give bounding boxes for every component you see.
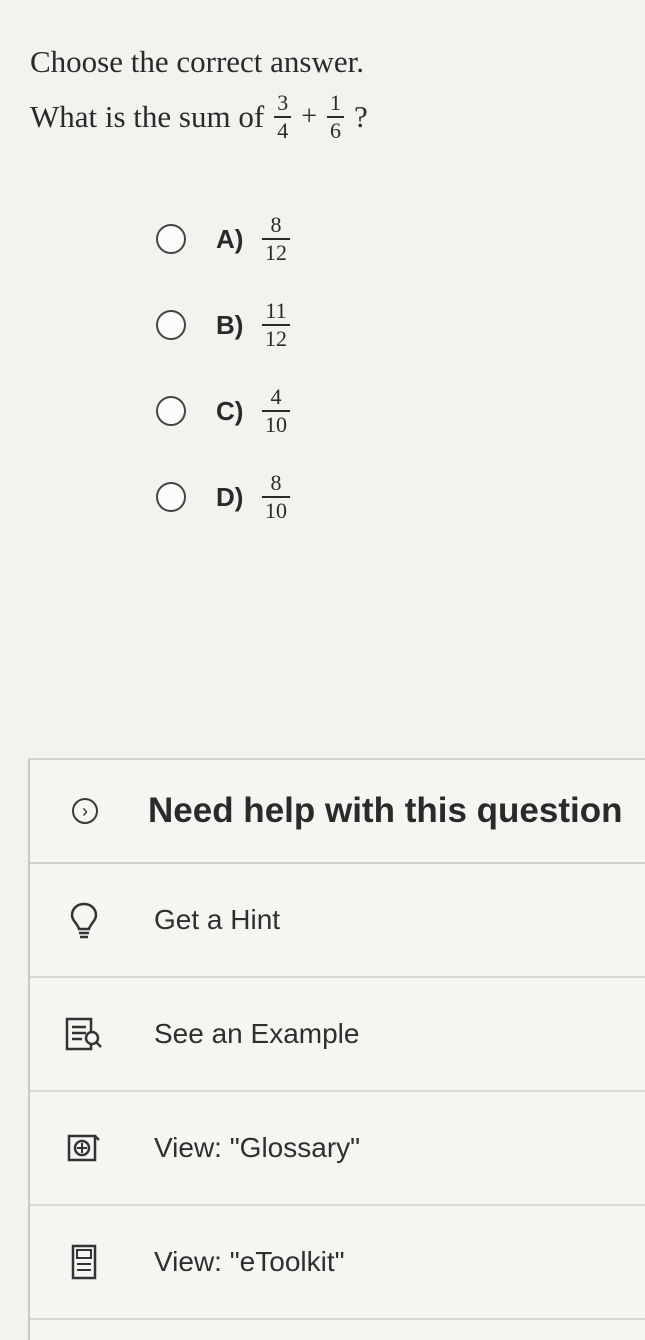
question: What is the sum of 3 4 + 1 6 ?: [30, 92, 368, 142]
etoolkit-button[interactable]: View: "eToolkit": [30, 1206, 645, 1320]
answer-options: A) 8 12 B) 11 12 C) 4 10 D) 8 10: [156, 196, 290, 540]
option-fraction: 8 12: [262, 214, 290, 264]
see-example-button[interactable]: See an Example: [30, 978, 645, 1092]
help-title: Need help with this question: [148, 791, 623, 830]
instructions: Choose the correct answer.: [30, 44, 364, 79]
plus-operator: +: [301, 101, 317, 132]
radio-button[interactable]: [156, 310, 186, 340]
help-panel: › Need help with this question Get a Hin…: [28, 758, 645, 1340]
fraction-denominator: 12: [265, 240, 287, 265]
option-fraction: 11 12: [262, 300, 290, 350]
fraction-numerator: 11: [265, 298, 287, 323]
option-fraction: 8 10: [262, 472, 290, 522]
option-letter: D): [216, 481, 244, 512]
option-fraction: 4 10: [262, 386, 290, 436]
glossary-label: View: "Glossary": [154, 1132, 361, 1163]
lightbulb-icon: [64, 900, 104, 940]
see-example-label: See an Example: [154, 1018, 360, 1049]
option-letter: B): [216, 309, 244, 340]
fraction-numerator: 3: [277, 90, 289, 115]
radio-button[interactable]: [156, 482, 186, 512]
option-letter: A): [216, 223, 244, 254]
question-fraction-1: 3 4: [274, 90, 292, 143]
fraction-numerator: 8: [270, 470, 282, 495]
question-prefix: What is the sum of: [30, 99, 265, 134]
fraction-denominator: 10: [265, 412, 287, 437]
fraction-numerator: 1: [329, 90, 341, 115]
question-mark: ?: [353, 99, 368, 134]
help-toggle[interactable]: › Need help with this question: [30, 760, 645, 864]
fraction-numerator: 4: [270, 384, 282, 409]
glossary-icon: [64, 1128, 104, 1168]
fraction-denominator: 6: [329, 118, 341, 143]
glossary-button[interactable]: View: "Glossary": [30, 1092, 645, 1206]
option-a[interactable]: A) 8 12: [156, 196, 290, 282]
option-d[interactable]: D) 8 10: [156, 454, 290, 540]
fraction-denominator: 4: [277, 118, 289, 143]
option-c[interactable]: C) 4 10: [156, 368, 290, 454]
etoolkit-label: View: "eToolkit": [154, 1246, 345, 1277]
option-b[interactable]: B) 11 12: [156, 282, 290, 368]
get-hint-label: Get a Hint: [154, 904, 281, 935]
radio-button[interactable]: [156, 396, 186, 426]
chevron-right-icon: ›: [72, 798, 98, 824]
example-icon: [64, 1014, 104, 1054]
get-hint-button[interactable]: Get a Hint: [30, 864, 645, 978]
option-letter: C): [216, 395, 244, 426]
fraction-denominator: 12: [265, 326, 287, 351]
fraction-numerator: 8: [270, 212, 282, 237]
etoolkit-icon: [64, 1242, 104, 1282]
question-fraction-2: 1 6: [326, 90, 344, 143]
fraction-denominator: 10: [265, 498, 287, 523]
radio-button[interactable]: [156, 224, 186, 254]
